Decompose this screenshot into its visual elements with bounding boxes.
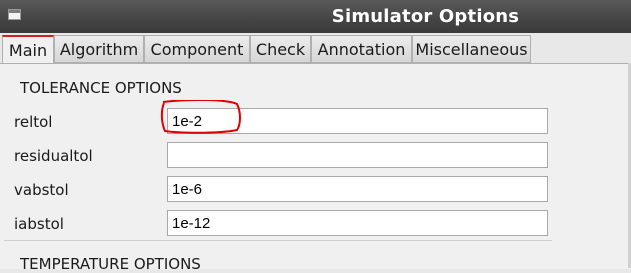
tab-algorithm[interactable]: Algorithm — [54, 35, 144, 63]
tab-main[interactable]: Main — [2, 35, 54, 65]
reltol-label: reltol — [14, 113, 53, 131]
iabstol-label: iabstol — [14, 215, 64, 233]
tab-component[interactable]: Component — [144, 35, 250, 63]
vabstol-field[interactable] — [167, 176, 548, 202]
iabstol-field[interactable] — [167, 210, 548, 236]
vabstol-label: vabstol — [14, 181, 69, 199]
tolerance-options-heading: TOLERANCE OPTIONS — [20, 79, 182, 97]
window-title: Simulator Options — [331, 6, 520, 27]
title-bar: Simulator Options — [0, 0, 631, 33]
reltol-field[interactable] — [167, 108, 548, 134]
tab-annotation[interactable]: Annotation — [311, 35, 412, 63]
tab-miscellaneous[interactable]: Miscellaneous — [412, 35, 531, 63]
residualtol-field[interactable] — [167, 142, 548, 168]
tab-check[interactable]: Check — [250, 35, 311, 63]
temperature-options-heading: TEMPERATURE OPTIONS — [20, 255, 201, 273]
residualtol-label: residualtol — [14, 147, 93, 165]
section-divider — [4, 240, 552, 241]
